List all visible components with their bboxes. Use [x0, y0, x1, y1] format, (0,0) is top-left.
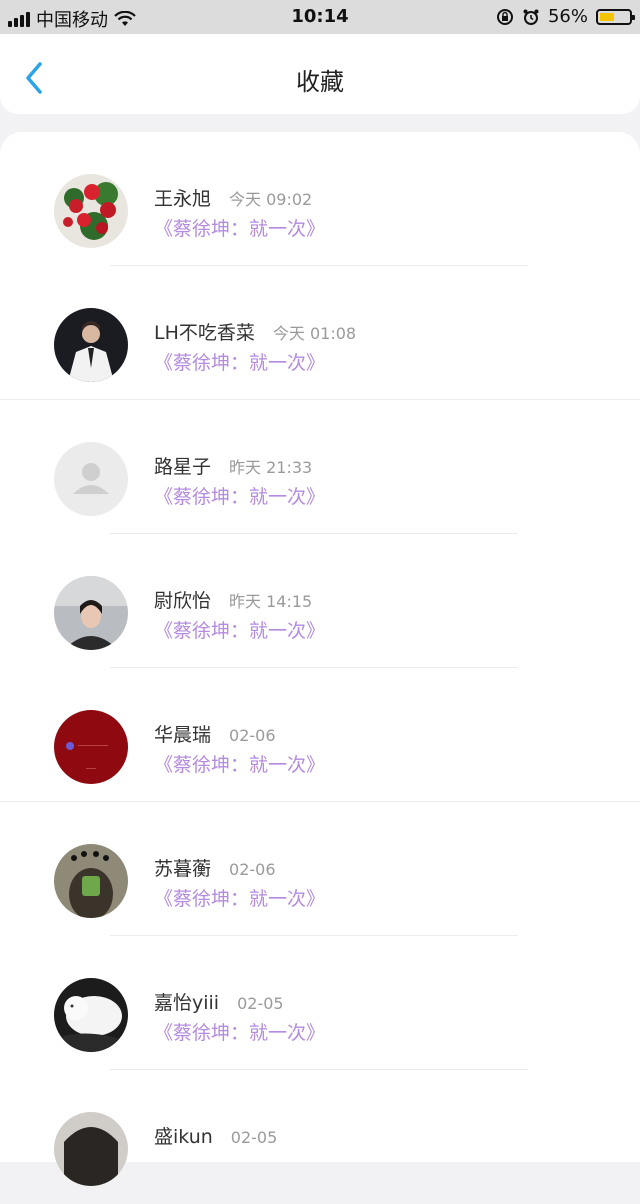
name-row: 苏暮蘅 02-06: [154, 854, 276, 881]
user-name: 嘉怡yiii: [154, 992, 220, 1014]
avatar[interactable]: [54, 442, 128, 516]
list-item[interactable]: LH不吃香菜 今天 01:08 《蔡徐坤：就一次》: [0, 266, 640, 400]
timestamp: 今天 09:02: [229, 190, 313, 209]
timestamp: 今天 01:08: [272, 324, 357, 343]
avatar[interactable]: [54, 1112, 128, 1186]
list-item[interactable]: 苏暮蘅 02-06 《蔡徐坤：就一次》: [0, 802, 640, 936]
alarm-icon: [523, 9, 539, 25]
nav-bar: 收藏: [0, 34, 640, 114]
list-item[interactable]: 王永旭 今天 09:02 《蔡徐坤：就一次》: [0, 132, 640, 266]
name-row: 华晨瑞 02-06: [154, 720, 276, 747]
user-name: 王永旭: [154, 188, 212, 210]
song-title: 《蔡徐坤：就一次》: [154, 486, 326, 508]
avatar[interactable]: [54, 844, 128, 918]
status-right: 56%: [496, 6, 635, 27]
list-item[interactable]: 盛ikun 02-05: [0, 1070, 640, 1204]
song-title: 《蔡徐坤：就一次》: [154, 218, 326, 240]
user-name: 苏暮蘅: [154, 858, 212, 880]
name-row: 嘉怡yiii 02-05: [154, 988, 284, 1015]
user-name: 华晨瑞: [154, 724, 212, 746]
user-name: 尉欣怡: [154, 590, 212, 612]
name-row: 尉欣怡 昨天 14:15: [154, 586, 312, 613]
name-row: 路星子 昨天 21:33: [154, 452, 312, 479]
song-title: 《蔡徐坤：就一次》: [154, 620, 326, 642]
battery-fill: [600, 12, 614, 21]
list-item[interactable]: 路星子 昨天 21:33 《蔡徐坤：就一次》: [0, 400, 640, 534]
avatar[interactable]: [54, 710, 128, 784]
list-item[interactable]: 华晨瑞 02-06 《蔡徐坤：就一次》: [0, 668, 640, 802]
avatar[interactable]: [54, 174, 128, 248]
timestamp: 02-06: [229, 726, 276, 745]
user-name: 路星子: [154, 456, 212, 478]
status-bar: 中国移动 10:14 56%: [0, 0, 640, 34]
name-row: 盛ikun 02-05: [154, 1122, 277, 1149]
song-title: 《蔡徐坤：就一次》: [154, 352, 326, 374]
avatar[interactable]: [54, 978, 128, 1052]
list-item[interactable]: 尉欣怡 昨天 14:15 《蔡徐坤：就一次》: [0, 534, 640, 668]
list-item[interactable]: 嘉怡yiii 02-05 《蔡徐坤：就一次》: [0, 936, 640, 1070]
song-title: 《蔡徐坤：就一次》: [154, 754, 326, 776]
song-title: 《蔡徐坤：就一次》: [154, 1022, 326, 1044]
avatar[interactable]: [54, 576, 128, 650]
name-row: 王永旭 今天 09:02: [154, 184, 312, 211]
timestamp: 昨天 21:33: [229, 458, 313, 477]
rotation-lock-icon: [496, 8, 513, 25]
avatar[interactable]: [54, 308, 128, 382]
user-name: 盛ikun: [154, 1126, 213, 1148]
battery-percent: 56%: [547, 6, 588, 27]
song-title: 《蔡徐坤：就一次》: [154, 888, 326, 910]
user-name: LH不吃香菜: [154, 322, 255, 344]
timestamp: 02-05: [237, 994, 284, 1013]
favorites-list: 王永旭 今天 09:02 《蔡徐坤：就一次》 LH不吃香菜 今天 01:08 《…: [0, 132, 640, 1186]
timestamp: 02-06: [229, 860, 276, 879]
page-title: 收藏: [296, 68, 344, 96]
name-row: LH不吃香菜 今天 01:08: [154, 318, 356, 345]
battery-icon: [596, 8, 635, 25]
timestamp: 昨天 14:15: [229, 592, 313, 611]
